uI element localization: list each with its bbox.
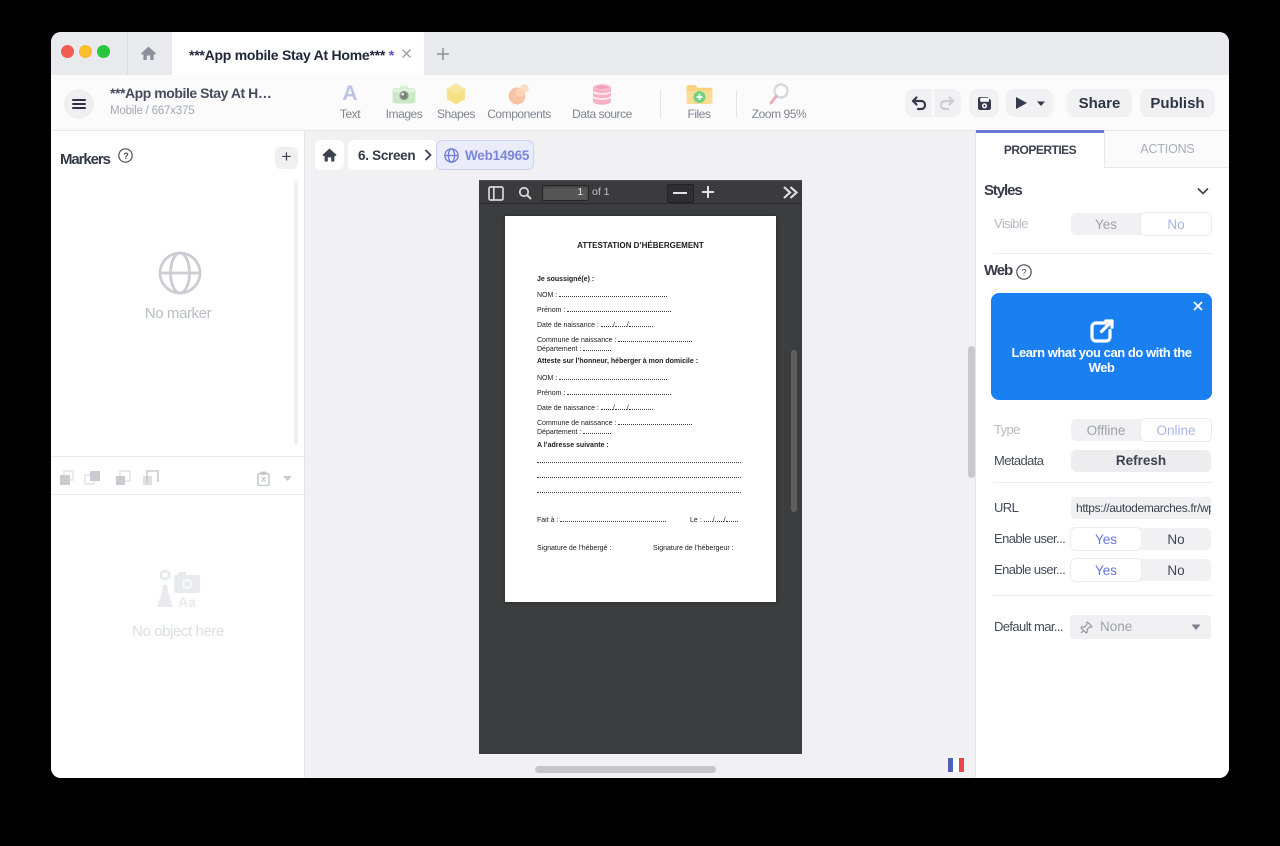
svg-text:?: ? [1021, 268, 1026, 279]
svg-text:?: ? [123, 151, 128, 161]
svg-text:Aa: Aa [178, 594, 196, 610]
